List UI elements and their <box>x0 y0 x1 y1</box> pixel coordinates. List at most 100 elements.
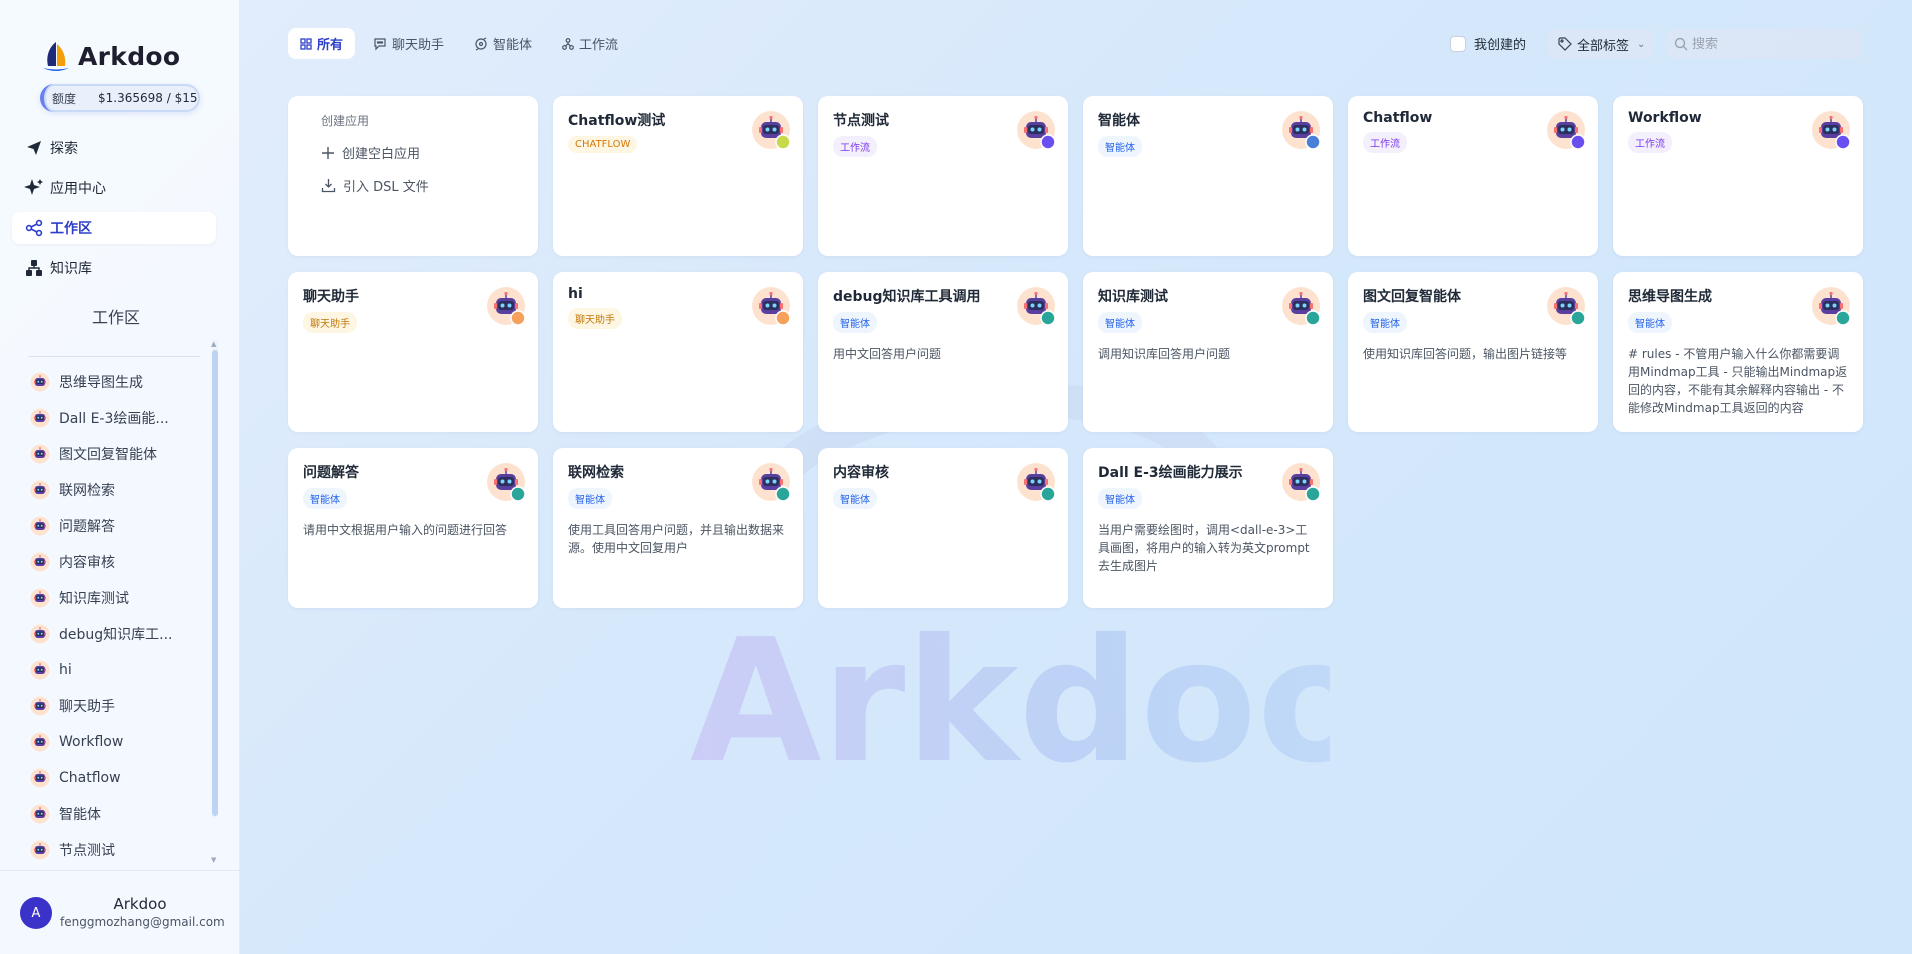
app-card-title: 聊天助手 <box>303 289 359 305</box>
search-box[interactable] <box>1666 29 1862 59</box>
main-nav: 探索 应用中心 工作区 知识库 <box>12 132 216 292</box>
workspace-list-item[interactable]: Workflow <box>30 724 208 760</box>
create-app-title: 创建应用 <box>321 114 370 128</box>
workspace-list-item[interactable]: 内容审核 <box>30 544 208 580</box>
user-footer[interactable]: A Arkdoo fenggmozhang@gmail.com <box>0 870 240 954</box>
robot-avatar-icon <box>30 372 50 392</box>
robot-avatar-icon <box>30 588 50 608</box>
app-type-badge: CHATFLOW <box>568 136 638 153</box>
workspace-list-item[interactable]: 知识库测试 <box>30 580 208 616</box>
app-type-badge: 智能体 <box>303 488 347 509</box>
app-type-badge: 工作流 <box>1363 132 1407 153</box>
nav-item-knowledge[interactable]: 知识库 <box>12 252 216 284</box>
robot-avatar-icon <box>1281 286 1321 326</box>
workspace-list-item-label: 节点测试 <box>59 843 115 859</box>
send-icon <box>24 138 44 158</box>
app-card-title: Chatflow测试 <box>568 113 666 129</box>
workspace-list-item[interactable]: 智能体 <box>30 796 208 832</box>
workspace-list-item[interactable]: Chatflow <box>30 760 208 796</box>
robot-avatar-icon <box>30 552 50 572</box>
robot-avatar-icon <box>30 696 50 716</box>
app-card[interactable]: Dall E-3绘画能力展示 智能体 当用户需要绘图时，调用<dall-e-3>工具… <box>1083 448 1333 608</box>
app-card[interactable]: 知识库测试 智能体 调用知识库回答用户问题 <box>1083 272 1333 432</box>
create-app-card: 创建应用 创建空白应用 引入 DSL 文件 <box>288 96 538 256</box>
app-type-badge: 智能体 <box>568 488 612 509</box>
scrollbar-thumb[interactable] <box>212 350 218 816</box>
avatar[interactable]: A <box>20 897 52 929</box>
search-input[interactable] <box>1692 36 1852 52</box>
app-type-badge: 智能体 <box>1098 488 1142 509</box>
sail-logo-icon <box>43 42 69 71</box>
robot-avatar-icon <box>751 462 791 502</box>
nav-item-app-center[interactable]: 应用中心 <box>12 172 216 204</box>
robot-avatar-icon <box>751 286 791 326</box>
app-card-title: Workflow <box>1628 110 1702 126</box>
app-card-title: 问题解答 <box>303 465 359 481</box>
workspace-list-item[interactable]: debug知识库工... <box>30 616 208 652</box>
app-card-title: 知识库测试 <box>1098 289 1168 305</box>
robot-avatar-icon <box>486 462 526 502</box>
workspace-list-item[interactable]: 图文回复智能体 <box>30 436 208 472</box>
workspace-list-item[interactable]: 聊天助手 <box>30 688 208 724</box>
workspace-list-item[interactable]: 问题解答 <box>30 508 208 544</box>
workspace-list-item-label: 问题解答 <box>59 519 115 535</box>
workspace-list-item[interactable]: hi <box>30 652 208 688</box>
workspace-list-item[interactable]: 节点测试 <box>30 832 208 868</box>
create-blank-app-button[interactable]: 创建空白应用 <box>321 143 518 162</box>
workspace-list-item[interactable]: 思维导图生成 <box>30 364 208 400</box>
tab-all[interactable]: 所有 <box>288 28 356 59</box>
app-card-title: 思维导图生成 <box>1628 289 1712 305</box>
app-card-description: 调用知识库回答用户问题 <box>1098 347 1231 361</box>
app-card[interactable]: 聊天助手 聊天助手 <box>288 272 538 432</box>
watermark-text: Arkdoo <box>690 603 1330 801</box>
app-card[interactable]: 联网检索 智能体 使用工具回答用户问题，并且输出数据来源。使用中文回复用户 <box>553 448 803 608</box>
robot-avatar-icon <box>1811 110 1851 150</box>
workspace-list-item-label: debug知识库工... <box>59 627 173 643</box>
app-card[interactable]: 节点测试 工作流 <box>818 96 1068 256</box>
robot-avatar-icon <box>30 732 50 752</box>
tab-chat-assistant[interactable]: 聊天助手 <box>361 28 456 59</box>
nav-item-label: 工作区 <box>50 221 92 237</box>
workspace-list-item-label: 智能体 <box>59 807 101 823</box>
tab-workflow[interactable]: 工作流 <box>550 28 630 59</box>
robot-avatar-icon <box>30 840 50 860</box>
app-card-title: 内容审核 <box>833 465 889 481</box>
import-dsl-label: 引入 DSL 文件 <box>343 180 429 195</box>
created-by-me-toggle[interactable]: 我创建的 <box>1450 34 1526 53</box>
app-card[interactable]: Workflow 工作流 <box>1613 96 1863 256</box>
robot-avatar-icon <box>1546 286 1586 326</box>
tag-filter-label: 全部标签 <box>1577 38 1630 54</box>
app-card[interactable]: debug知识库工具调用 智能体 用中文回答用户问题 <box>818 272 1068 432</box>
scroll-down-icon[interactable]: ▼ <box>211 856 216 864</box>
scroll-up-icon[interactable]: ▲ <box>211 340 216 348</box>
app-card[interactable]: Chatflow 工作流 <box>1348 96 1598 256</box>
app-card[interactable]: 内容审核 智能体 <box>818 448 1068 608</box>
workspace-list-item[interactable]: Dall E-3绘画能... <box>30 400 208 436</box>
tab-agent[interactable]: 智能体 <box>462 28 544 59</box>
tag-filter-select[interactable]: 全部标签 ⌄ <box>1548 29 1654 59</box>
app-card-title: hi <box>568 286 583 302</box>
app-card-title: Chatflow <box>1363 110 1433 126</box>
quota-label: 额度 <box>52 91 77 106</box>
app-card[interactable]: 问题解答智能体请用中文根据用户输入的问题进行回答 <box>288 448 538 608</box>
app-card[interactable]: 思维导图生成 智能体 # rules - 不管用户输入什么你都需要调用Mindmap… <box>1613 272 1863 432</box>
nav-item-explore[interactable]: 探索 <box>12 132 216 164</box>
app-type-badge: 智能体 <box>833 488 877 509</box>
created-by-me-checkbox[interactable] <box>1450 35 1466 52</box>
workspace-list-item[interactable]: 联网检索 <box>30 472 208 508</box>
brand[interactable]: Arkdoo <box>38 38 180 74</box>
workspace-list-item-label: 知识库测试 <box>59 591 129 607</box>
app-type-badge: 智能体 <box>1363 312 1407 333</box>
app-card-description: 请用中文根据用户输入的问题进行回答 <box>303 523 508 537</box>
app-card[interactable]: hi 聊天助手 <box>553 272 803 432</box>
app-card[interactable]: Chatflow测试 CHATFLOW <box>553 96 803 256</box>
workspace-list-item-label: hi <box>59 662 72 678</box>
app-card-title: debug知识库工具调用 <box>833 289 981 305</box>
app-card[interactable]: 图文回复智能体 智能体 使用知识库回答问题，输出图片链接等 <box>1348 272 1598 432</box>
nav-item-workspace[interactable]: 工作区 <box>12 212 216 244</box>
app-card[interactable]: 智能体 智能体 <box>1083 96 1333 256</box>
import-dsl-button[interactable]: 引入 DSL 文件 <box>321 176 518 195</box>
workspace-list-item-label: 聊天助手 <box>59 699 115 715</box>
filter-tabs: 所有 聊天助手 智能体 工作流 <box>288 28 630 59</box>
divider <box>28 356 200 357</box>
